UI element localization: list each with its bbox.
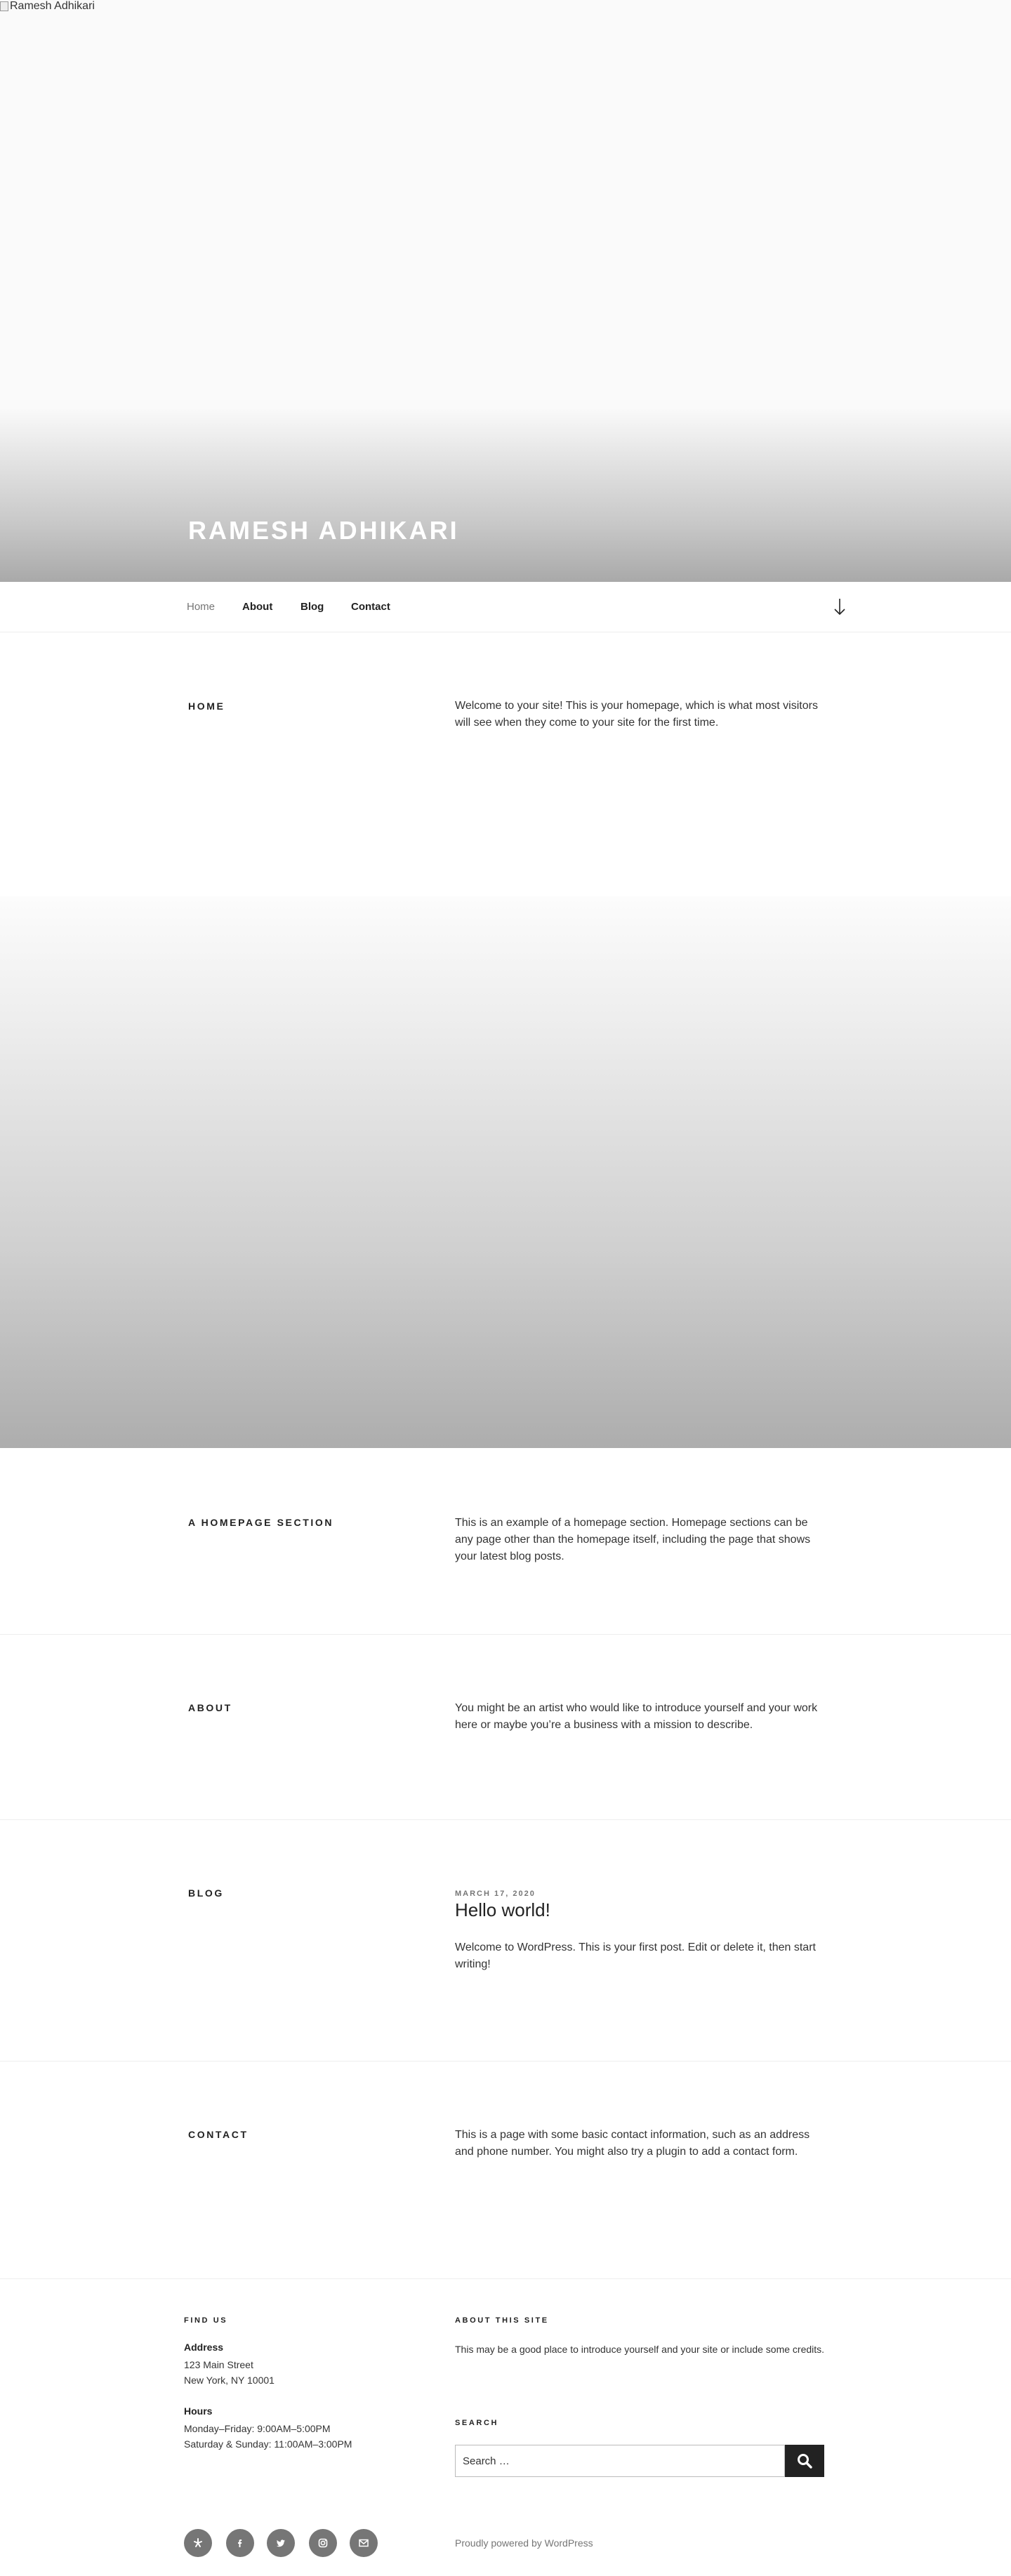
header-hero-image: Ramesh Adhikari RAMESH ADHIKARI [0,0,1011,582]
powered-by-wordpress-link[interactable]: Proudly powered by WordPress [455,2537,593,2549]
site-title[interactable]: RAMESH ADHIKARI [188,516,459,545]
nav-item-about[interactable]: About [242,582,272,632]
about-section-title: ABOUT [188,1702,232,1713]
facebook-icon [238,2540,242,2547]
broken-image-alt-text: Ramesh Adhikari [10,0,95,12]
home-section-body: Welcome to your site! This is your homep… [455,700,818,729]
hours-line-2: Saturday & Sunday: 11:00AM–3:00PM [184,2438,352,2450]
main-navigation: Home About Blog Contact [0,582,1011,632]
blog-section: BLOG Welcome to WordPress. This is your … [0,1820,1011,2062]
social-yelp-link[interactable] [184,2529,212,2557]
nav-item-blog[interactable]: Blog [300,582,324,632]
contact-section: CONTACT This is a page with some basic c… [0,2062,1011,2279]
blog-post-title[interactable]: Hello world! [455,1899,550,1921]
nav-item-contact[interactable]: Contact [351,582,390,632]
search-submit-button[interactable] [785,2445,824,2477]
social-email-link[interactable] [350,2529,378,2557]
homepage-section-title: A HOMEPAGE SECTION [188,1517,334,1528]
twitter-icon [277,2540,285,2547]
search-field-wrapper [455,2445,785,2477]
social-twitter-link[interactable] [267,2529,295,2557]
social-facebook-link[interactable] [226,2529,254,2557]
nav-item-home[interactable]: Home [187,582,215,632]
about-site-title: ABOUT THIS SITE [455,2316,549,2325]
broken-image-icon [0,1,8,11]
find-us-title: FIND US [184,2316,228,2325]
blog-post-excerpt: Welcome to WordPress. This is your first… [455,1941,816,1970]
about-section-body: You might be an artist who would like to… [455,1702,818,1731]
yelp-icon [194,2538,202,2547]
scroll-down-button[interactable] [833,597,847,617]
address-line-1: 123 Main Street [184,2359,253,2370]
search-widget-title: SEARCH [455,2419,499,2427]
homepage-section: A HOMEPAGE SECTION This is an example of… [0,1448,1011,1635]
address-line-2: New York, NY 10001 [184,2375,275,2386]
instagram-icon [318,2538,328,2548]
about-site-body: This may be a good place to introduce yo… [455,2344,825,2355]
search-icon [798,2454,812,2469]
blog-post-date[interactable]: MARCH 17, 2020 [455,1890,536,1898]
email-icon [359,2539,369,2547]
social-instagram-link[interactable] [309,2529,337,2557]
arrow-down-icon [834,599,845,616]
blog-section-title: BLOG [188,1887,224,1899]
hours-label: Hours [184,2405,213,2417]
broken-header-image: Ramesh Adhikari [0,0,95,13]
address-label: Address [184,2342,224,2353]
homepage-section-body: This is an example of a homepage section… [455,1517,811,1562]
contact-section-body: This is a page with some basic contact i… [455,2129,810,2158]
about-section: ABOUT You might be an artist who would l… [0,1635,1011,1820]
home-section-title: HOME [188,701,225,712]
home-section: HOME Welcome to your site! This is your … [0,632,1011,896]
homepage-section-featured-image [0,896,1011,1448]
hours-line-1: Monday–Friday: 9:00AM–5:00PM [184,2423,331,2434]
search-input[interactable] [456,2445,784,2476]
contact-section-title: CONTACT [188,2129,249,2140]
